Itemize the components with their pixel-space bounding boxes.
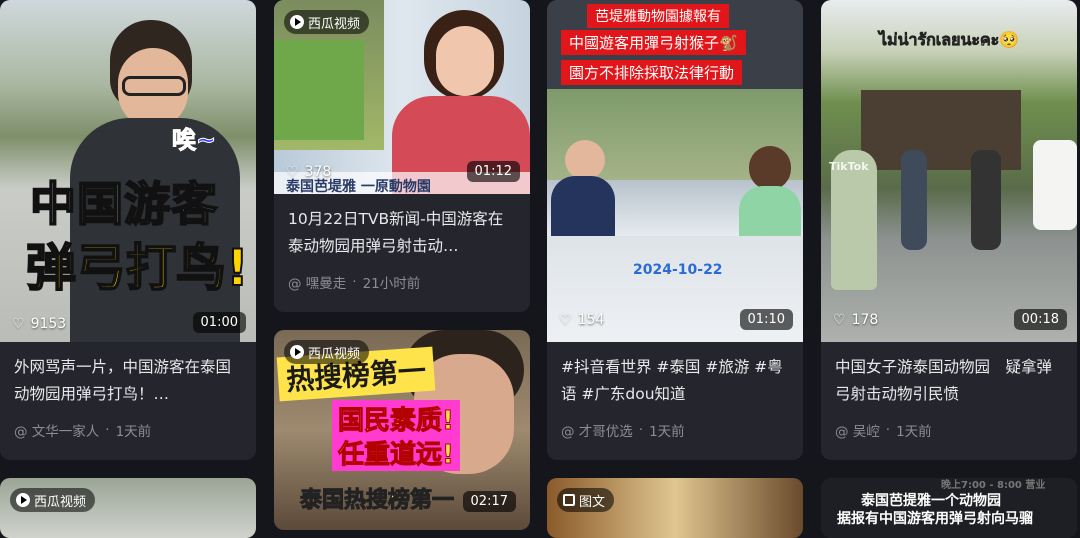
like-count[interactable]: ♡ 178 xyxy=(833,312,878,328)
overlay-headline-2: 任重道远! xyxy=(332,434,460,471)
overlay-headline-2: 中國遊客用彈弓射猴子🐒 xyxy=(561,30,746,55)
heart-icon: ♡ xyxy=(559,312,572,328)
post-time: 1天前 xyxy=(649,424,685,440)
overlay-headline-3: 園方不排除採取法律行動 xyxy=(561,60,743,85)
video-card[interactable]: 图文 xyxy=(547,478,803,538)
video-title[interactable]: 中国女子游泰国动物园 疑拿弹弓射击动物引民愤 xyxy=(835,354,1063,410)
like-count[interactable]: ♡ 378 xyxy=(286,164,331,180)
video-thumbnail[interactable]: 图文 xyxy=(547,478,803,538)
video-thumbnail[interactable]: 西瓜视频 xyxy=(0,478,256,538)
duration-badge: 00:18 xyxy=(1013,309,1067,330)
heart-icon: ♡ xyxy=(833,312,846,328)
video-card[interactable]: 芭堤雅動物園據報有 中國遊客用彈弓射猴子🐒 園方不排除採取法律行動 2024-1… xyxy=(547,0,803,460)
author-name[interactable]: @ 才哥优选 xyxy=(561,420,633,440)
overlay-date: 2024-10-22 xyxy=(633,262,723,278)
dot-separator: · xyxy=(352,274,357,290)
play-icon xyxy=(290,345,304,359)
overlay-headline: 国民素质! xyxy=(332,400,460,437)
source-badge: 西瓜视频 xyxy=(284,10,370,34)
dot-separator: · xyxy=(885,422,891,438)
source-badge: 西瓜视频 xyxy=(284,340,370,364)
like-count[interactable]: ♡ 154 xyxy=(559,312,604,328)
play-icon xyxy=(16,493,30,507)
tiktok-watermark: TikTok xyxy=(829,160,869,173)
play-icon xyxy=(290,15,304,29)
video-card[interactable]: 唉~ 中国游客 弹弓打鸟! ♡ 9153 01:00 外网骂声一片，中国游客在泰国… xyxy=(0,0,256,460)
post-time: 1天前 xyxy=(115,424,152,440)
image-text-icon xyxy=(563,494,575,506)
video-thumbnail[interactable]: ไม่น่ารักเลยนะคะ🥺 TikTok ♡ 178 00:18 xyxy=(821,0,1077,342)
source-badge: 西瓜视频 xyxy=(10,488,96,512)
author-name[interactable]: @ 文华一家人 xyxy=(14,420,99,440)
duration-badge: 01:12 xyxy=(466,161,520,182)
heart-icon: ♡ xyxy=(286,164,299,180)
overlay-headline-2: 弹弓打鸟! xyxy=(25,238,250,298)
video-card[interactable]: 晚上7:00 - 8:00 营业 泰国芭提雅一个动物园 据报有中国游客用弹弓射向… xyxy=(821,478,1077,538)
video-thumbnail[interactable]: 泰国芭堤雅 一原動物園 西瓜视频 ♡ 378 01:12 xyxy=(274,0,530,194)
dot-separator: · xyxy=(638,422,644,438)
video-card[interactable]: ไม่น่ารักเลยนะคะ🥺 TikTok ♡ 178 00:18 中国女子… xyxy=(821,0,1077,460)
duration-badge: 02:17 xyxy=(462,491,516,512)
overlay-bottom-caption: 泰国热搜榜第一 xyxy=(299,488,455,514)
dot-separator: · xyxy=(105,422,110,438)
like-count[interactable]: ♡ 9153 xyxy=(12,316,66,332)
source-badge: 图文 xyxy=(557,488,615,512)
video-thumbnail[interactable]: 热搜榜第一 国民素质! 任重道远! 泰国热搜榜第一 西瓜视频 02:17 xyxy=(274,330,530,530)
video-thumbnail[interactable]: 唉~ 中国游客 弹弓打鸟! ♡ 9153 01:00 xyxy=(0,0,256,342)
overlay-headline-1: 芭堤雅動物園據報有 xyxy=(587,4,729,28)
post-time: 21小时前 xyxy=(362,276,421,292)
video-card[interactable]: 热搜榜第一 国民素质! 任重道远! 泰国热搜榜第一 西瓜视频 02:17 xyxy=(274,330,530,530)
video-title[interactable]: #抖音看世界 #泰国 #旅游 #粤语 #广东dou知道 xyxy=(561,354,789,410)
author-name[interactable]: @ 吴崆 xyxy=(835,420,880,440)
overlay-caption: ไม่น่ารักเลยนะคะ🥺 xyxy=(879,30,1020,50)
overlay-line-1: 泰国芭提雅一个动物园 xyxy=(861,493,1001,509)
post-time: 1天前 xyxy=(896,424,932,440)
overlay-line-2: 据报有中国游客用弹弓射向马骝 xyxy=(837,511,1033,527)
video-title[interactable]: 外网骂声一片，中国游客在泰国动物园用弹弓打鸟！… xyxy=(14,354,242,410)
heart-icon: ♡ xyxy=(12,316,25,332)
video-thumbnail[interactable]: 晚上7:00 - 8:00 营业 泰国芭提雅一个动物园 据报有中国游客用弹弓射向… xyxy=(821,478,1077,538)
video-title[interactable]: 10月22日TVB新闻-中国游客在泰动物园用弹弓射击动… xyxy=(288,206,516,262)
duration-badge: 01:10 xyxy=(739,309,793,330)
overlay-bubble: 唉~ xyxy=(171,126,217,155)
video-thumbnail[interactable]: 芭堤雅動物園據報有 中國遊客用彈弓射猴子🐒 園方不排除採取法律行動 2024-1… xyxy=(547,0,803,342)
duration-badge: 01:00 xyxy=(192,312,246,333)
overlay-headline: 中国游客 xyxy=(29,176,218,232)
video-card[interactable]: 西瓜视频 xyxy=(0,478,256,538)
video-card[interactable]: 泰国芭堤雅 一原動物園 西瓜视频 ♡ 378 01:12 10月22日TVB新闻-… xyxy=(274,0,530,312)
author-name[interactable]: @ 嘿曼走 xyxy=(288,272,346,292)
